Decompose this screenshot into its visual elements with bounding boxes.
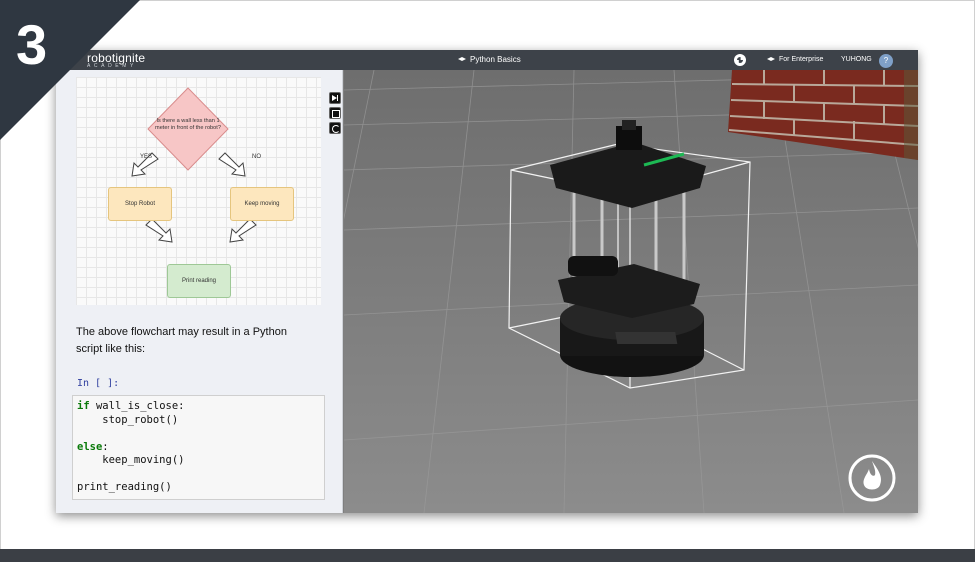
- top-navigation-bar: robotignite ACADEMY Python Basics For En…: [56, 50, 918, 70]
- code-keyword: if: [77, 400, 90, 412]
- app-window: robotignite ACADEMY Python Basics For En…: [56, 50, 918, 513]
- graduation-cap-icon: [458, 57, 466, 61]
- keep-moving-box: Keep moving: [230, 187, 294, 221]
- gazebo-simulation-view[interactable]: [344, 70, 918, 513]
- reload-icon[interactable]: [329, 122, 341, 134]
- user-menu[interactable]: YUHONG: [841, 56, 872, 63]
- code-line: keep_moving(): [77, 454, 185, 466]
- no-label: NO: [252, 154, 261, 160]
- print-reading-box: Print reading: [167, 264, 231, 298]
- screenshot-frame: robotignite ACADEMY Python Basics For En…: [0, 0, 975, 562]
- code-cell[interactable]: if wall_is_close: stop_robot() else: kee…: [72, 395, 325, 500]
- notebook-paragraph: The above flowchart may result in a Pyth…: [76, 326, 287, 355]
- arrow-stop-to-print: [145, 218, 173, 243]
- code-line: :: [102, 440, 109, 453]
- flame-logo-icon: [848, 454, 896, 502]
- code-line: wall_is_close:: [95, 400, 185, 412]
- for-enterprise-link[interactable]: For Enterprise: [767, 56, 823, 63]
- decision-label: Is there a wall less than 1 meter in fro…: [155, 118, 221, 131]
- arrow-keep-to-print: [229, 218, 257, 243]
- notebook-controls: [329, 92, 341, 137]
- code-line: print_reading(): [77, 481, 172, 493]
- stop-icon[interactable]: [329, 107, 341, 119]
- help-icon[interactable]: ?: [879, 54, 893, 68]
- step-number: 3: [16, 13, 48, 76]
- globe-icon[interactable]: [734, 54, 746, 66]
- course-title-label: Python Basics: [470, 55, 521, 64]
- arrow-no: [218, 152, 246, 177]
- yes-label: YES: [140, 154, 153, 160]
- stop-robot-box: Stop Robot: [108, 187, 172, 221]
- cell-prompt: In [ ]:: [77, 378, 120, 389]
- course-title[interactable]: Python Basics: [458, 55, 521, 64]
- code-keyword: else: [77, 440, 103, 453]
- next-cell-icon[interactable]: [329, 92, 341, 104]
- for-enterprise-label: For Enterprise: [779, 56, 824, 63]
- simulation-scene: [344, 70, 918, 513]
- graduation-cap-icon: [767, 57, 775, 61]
- code-line: stop_robot(): [77, 413, 179, 426]
- bottom-band: [0, 549, 975, 562]
